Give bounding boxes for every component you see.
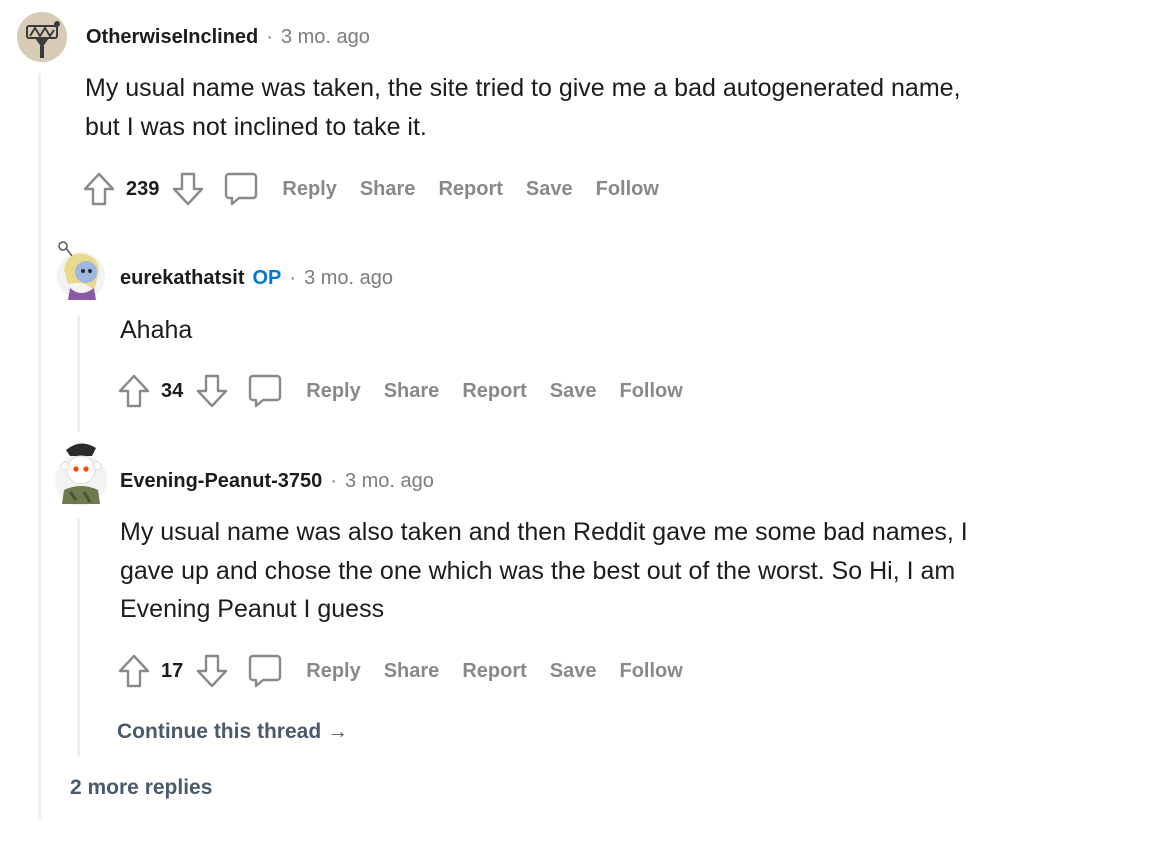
comment-line: Evening Peanut I guess	[120, 595, 385, 623]
thread-line-reply[interactable]	[77, 518, 80, 756]
thread-line-reply[interactable]	[77, 316, 80, 432]
comment-meta: eurekathatsit OP · 3 mo. ago	[120, 267, 393, 290]
op-badge: OP	[252, 267, 282, 289]
comment-line: gave up and chose the one which was the …	[120, 556, 956, 585]
comment-line: Ahaha	[120, 316, 193, 344]
avatar[interactable]	[52, 440, 110, 508]
save-button[interactable]: Save	[550, 380, 597, 403]
follow-button[interactable]: Follow	[619, 660, 682, 683]
follow-button[interactable]: Follow	[619, 380, 682, 403]
avatar[interactable]	[54, 240, 108, 304]
timestamp[interactable]: 3 mo. ago	[345, 470, 434, 493]
separator-dot: ·	[266, 26, 273, 48]
report-button[interactable]: Report	[462, 380, 526, 403]
comment-bubble-icon[interactable]	[247, 373, 283, 409]
save-button[interactable]: Save	[550, 660, 597, 683]
share-button[interactable]: Share	[360, 178, 416, 201]
comment-line: My usual name was taken, the site tried …	[85, 74, 961, 102]
comment-line: My usual name was also taken and then Re…	[120, 518, 968, 546]
avatar-image	[57, 241, 105, 300]
separator-dot: ·	[289, 267, 297, 289]
username[interactable]: Evening-Peanut-3750	[120, 470, 322, 493]
report-button[interactable]: Report	[462, 660, 526, 683]
comment-bubble-icon[interactable]	[247, 653, 283, 689]
comment-line: but I was not inclined to take it.	[85, 112, 427, 141]
comment-bubble-icon[interactable]	[223, 171, 259, 207]
upvote-icon[interactable]	[117, 373, 151, 409]
reply-button[interactable]: Reply	[306, 660, 360, 683]
avatar-image	[55, 443, 107, 506]
timestamp[interactable]: 3 mo. ago	[304, 267, 393, 290]
continue-thread-link[interactable]: Continue this thread →	[117, 720, 348, 744]
reply-button[interactable]: Reply	[306, 380, 360, 403]
comment-meta: Evening-Peanut-3750 · 3 mo. ago	[120, 470, 434, 493]
upvote-icon[interactable]	[117, 653, 151, 689]
comment-actions: 34 Reply Share Report Save Follow	[117, 371, 683, 411]
follow-button[interactable]: Follow	[596, 178, 659, 201]
comment-actions: 239 Reply Share Report Save Follow	[82, 169, 659, 209]
username[interactable]: OtherwiseInclined	[86, 26, 258, 49]
vote-count: 34	[161, 379, 184, 402]
avatar-image	[17, 12, 67, 62]
downvote-icon[interactable]	[195, 653, 229, 689]
thread-line-root[interactable]	[38, 73, 41, 820]
comment-body: My usual name was taken, the site tried …	[85, 69, 961, 146]
avatar[interactable]	[17, 12, 67, 62]
separator-dot: ·	[330, 470, 337, 492]
downvote-icon[interactable]	[171, 171, 205, 207]
upvote-icon[interactable]	[82, 171, 116, 207]
share-button[interactable]: Share	[384, 380, 440, 403]
username[interactable]: eurekathatsit	[120, 267, 245, 290]
vote-count: 239	[126, 177, 160, 200]
comment-meta: OtherwiseInclined · 3 mo. ago	[86, 26, 370, 49]
comment-body: Ahaha	[120, 311, 192, 350]
share-button[interactable]: Share	[384, 660, 440, 683]
timestamp[interactable]: 3 mo. ago	[281, 26, 370, 49]
reply-button[interactable]: Reply	[282, 178, 336, 201]
downvote-icon[interactable]	[195, 373, 229, 409]
comment-actions: 17 Reply Share Report Save Follow	[117, 651, 683, 691]
comment-body: My usual name was also taken and then Re…	[120, 513, 968, 629]
report-button[interactable]: Report	[438, 178, 502, 201]
save-button[interactable]: Save	[526, 178, 573, 201]
vote-count: 17	[161, 659, 184, 682]
more-replies-link[interactable]: 2 more replies	[70, 776, 212, 800]
